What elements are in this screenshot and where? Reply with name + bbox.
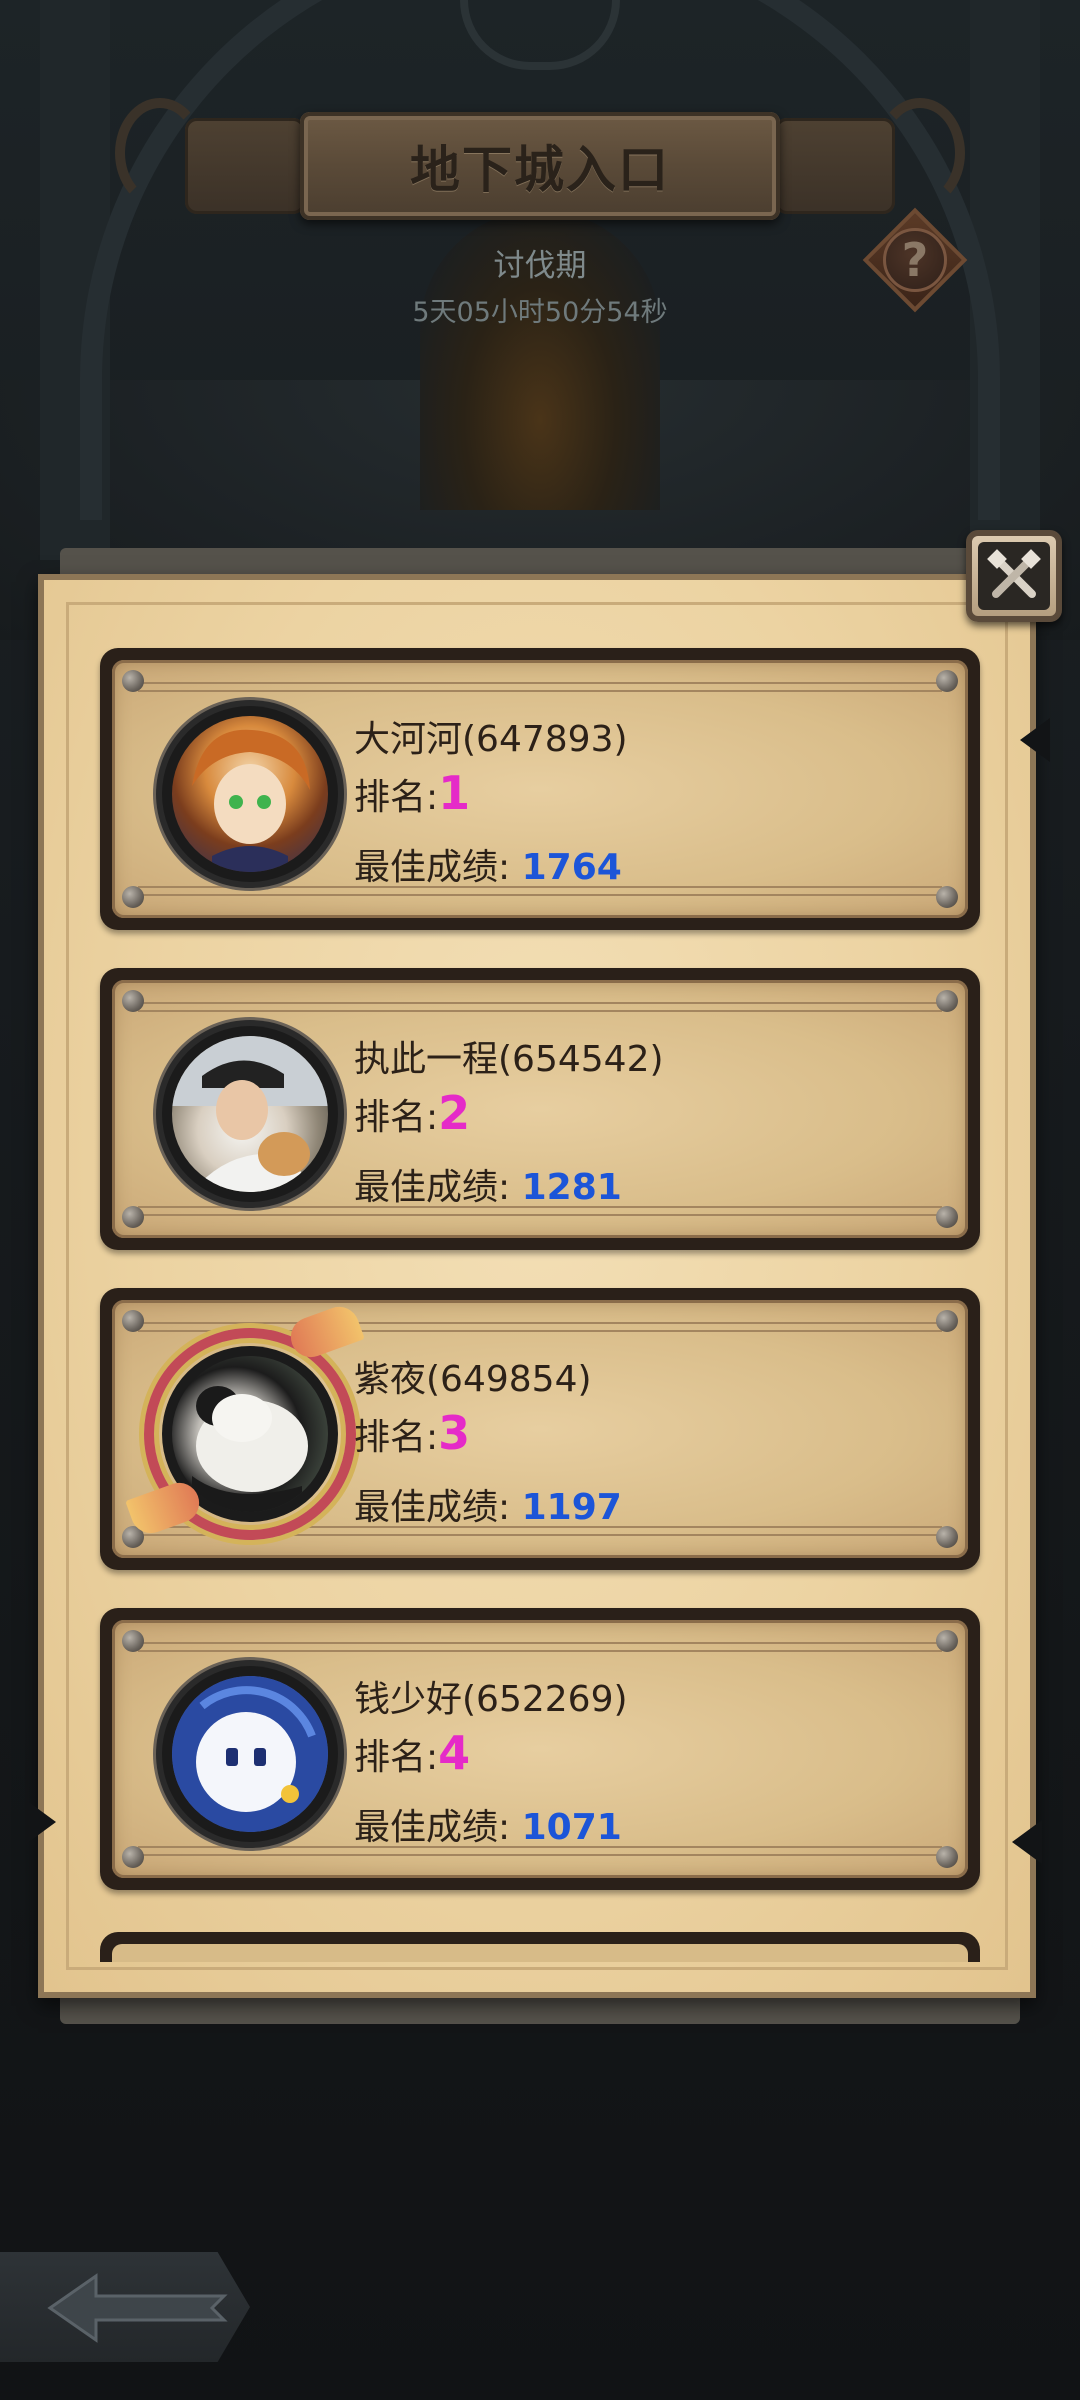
score-number: 1071 bbox=[521, 1807, 622, 1848]
rank-number: 2 bbox=[438, 1086, 471, 1140]
plaque-wing-right bbox=[775, 118, 895, 214]
score-label: 最佳成绩: bbox=[354, 1167, 511, 1208]
card-trim bbox=[138, 682, 942, 692]
rivet-icon bbox=[122, 670, 144, 692]
panel-torn-notch bbox=[1012, 1820, 1042, 1864]
score-label: 最佳成绩: bbox=[354, 1487, 511, 1528]
rivet-icon bbox=[936, 1846, 958, 1868]
rank-label: 排名: bbox=[354, 1097, 439, 1138]
score-label: 最佳成绩: bbox=[354, 847, 511, 888]
player-name: 钱少好(652269) bbox=[354, 1679, 628, 1720]
game-screen: 地下城入口 讨伐期 5天05小时50分54秒 ? 大河河(647893) 排名:… bbox=[0, 0, 1080, 2400]
score-line: 最佳成绩: 1071 bbox=[354, 1798, 622, 1850]
player-name: 紫夜(649854) bbox=[354, 1359, 592, 1400]
ranking-card[interactable]: 执此一程(654542) 排名:2 最佳成绩: 1281 bbox=[100, 968, 980, 1250]
card-trim bbox=[138, 1642, 942, 1652]
rivet-icon bbox=[122, 1630, 144, 1652]
rivet-icon bbox=[122, 990, 144, 1012]
rivet-icon bbox=[122, 1206, 144, 1228]
player-avatar[interactable] bbox=[162, 1026, 338, 1202]
score-line: 最佳成绩: 1764 bbox=[354, 838, 622, 890]
rank-label: 排名: bbox=[354, 1417, 439, 1458]
help-button[interactable]: ? bbox=[860, 205, 970, 315]
avatar-image bbox=[172, 1036, 328, 1192]
player-avatar[interactable] bbox=[162, 706, 338, 882]
score-line: 最佳成绩: 1197 bbox=[354, 1478, 622, 1530]
close-crossed-tools-icon bbox=[978, 542, 1050, 610]
rank-number: 4 bbox=[438, 1726, 471, 1780]
back-button[interactable] bbox=[0, 2252, 290, 2362]
score-number: 1197 bbox=[521, 1487, 622, 1528]
ranking-card[interactable]: 钱少好(652269) 排名:4 最佳成绩: 1071 bbox=[100, 1608, 980, 1890]
rank-line: 排名:2 bbox=[354, 1086, 470, 1140]
close-panel-button[interactable] bbox=[966, 530, 1062, 622]
rivet-icon bbox=[122, 886, 144, 908]
panel-torn-notch bbox=[26, 1800, 56, 1844]
rank-line: 排名:3 bbox=[354, 1406, 470, 1460]
panel-torn-notch bbox=[1020, 718, 1050, 762]
score-number: 1764 bbox=[521, 847, 622, 888]
rivet-icon bbox=[936, 670, 958, 692]
page-title: 地下城入口 bbox=[410, 141, 670, 199]
rivet-icon bbox=[936, 1630, 958, 1652]
rank-label: 排名: bbox=[354, 777, 439, 818]
rank-line: 排名:4 bbox=[354, 1726, 470, 1780]
back-arrow-icon bbox=[47, 2273, 228, 2343]
rank-line: 排名:1 bbox=[354, 766, 470, 820]
rivet-icon bbox=[122, 1310, 144, 1332]
ranking-card-body bbox=[112, 1944, 968, 1962]
avatar-image bbox=[172, 1676, 328, 1832]
rank-number: 3 bbox=[438, 1406, 471, 1460]
plaque-wing-left bbox=[185, 118, 305, 214]
ranking-card[interactable]: 大河河(647893) 排名:1 最佳成绩: 1764 bbox=[100, 648, 980, 930]
rivet-icon bbox=[936, 990, 958, 1012]
rivet-icon bbox=[122, 1846, 144, 1868]
rivet-icon bbox=[936, 1206, 958, 1228]
score-line: 最佳成绩: 1281 bbox=[354, 1158, 622, 1210]
score-label: 最佳成绩: bbox=[354, 1807, 511, 1848]
score-number: 1281 bbox=[521, 1167, 622, 1208]
player-name: 执此一程(654542) bbox=[354, 1039, 664, 1080]
player-avatar[interactable] bbox=[162, 1666, 338, 1842]
rivet-icon bbox=[936, 1310, 958, 1332]
rank-number: 1 bbox=[438, 766, 471, 820]
rivet-icon bbox=[936, 1526, 958, 1548]
card-trim bbox=[138, 1002, 942, 1012]
rivet-icon bbox=[936, 886, 958, 908]
rank-label: 排名: bbox=[354, 1737, 439, 1778]
avatar-image bbox=[172, 716, 328, 872]
ranking-card[interactable]: 紫夜(649854) 排名:3 最佳成绩: 1197 bbox=[100, 1288, 980, 1570]
player-name: 大河河(647893) bbox=[354, 719, 628, 760]
help-question-icon: ? bbox=[883, 228, 947, 292]
ranking-card-partial[interactable] bbox=[100, 1932, 980, 1962]
